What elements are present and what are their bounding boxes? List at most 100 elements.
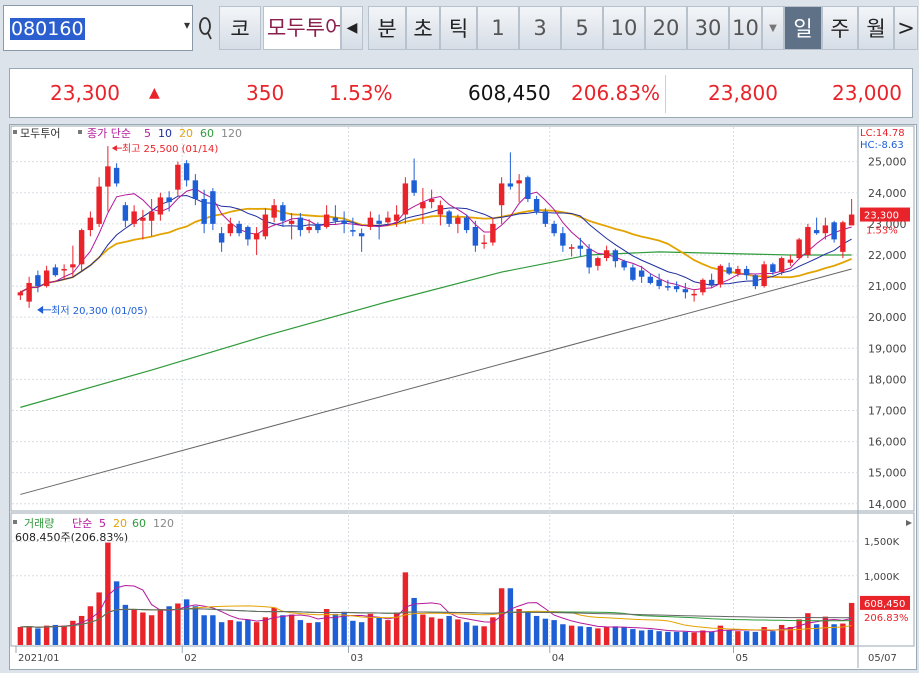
volume-tick-label: 1,500K	[864, 537, 900, 548]
candle-body	[87, 217, 94, 231]
volume-bar	[533, 615, 540, 645]
volume-bar	[218, 622, 225, 645]
candle-body	[201, 198, 207, 224]
quote-bar: 23,300 ▲ 350 1.53% 608,450 206.83% 23,80…	[9, 68, 913, 118]
hc-label: HC:-8.63	[860, 140, 904, 151]
interval-button-0[interactable]: 분	[368, 6, 406, 50]
stock-code-input[interactable]: 080160 ▾	[3, 5, 193, 51]
volume-bar	[350, 620, 356, 645]
candle-body	[542, 211, 549, 224]
next-arrow-icon[interactable]: >	[894, 6, 918, 50]
legend-ma10: 10	[158, 127, 172, 140]
volume-bar	[568, 625, 575, 645]
candle-body	[306, 226, 312, 231]
candle-body	[735, 268, 741, 274]
candle-body	[341, 220, 347, 224]
candle-body	[175, 164, 181, 190]
candle-body	[218, 233, 225, 243]
volume-bar	[17, 627, 24, 645]
candle-body	[595, 258, 601, 266]
volume-bar	[656, 631, 662, 645]
volume-bar	[577, 626, 584, 645]
volume-bar	[192, 606, 199, 645]
volume-bar	[603, 627, 610, 645]
candle-body	[157, 197, 164, 215]
period-button-month[interactable]: 월	[858, 6, 894, 50]
volume-bar	[647, 629, 654, 645]
prev-arrow-icon[interactable]: ◀	[341, 6, 363, 50]
volume-bar	[280, 615, 286, 645]
interval-button-9[interactable]: 10	[729, 6, 762, 50]
search-icon[interactable]	[195, 5, 215, 51]
stock-name-box[interactable]: 모두투어	[263, 6, 341, 50]
candle-body	[70, 264, 76, 268]
candle-body	[376, 220, 382, 224]
candle-body	[761, 264, 767, 287]
ma10-line	[20, 195, 852, 293]
volume-legend-ma-label: 단순	[72, 517, 92, 530]
volume-bar	[315, 622, 321, 645]
candle-body	[691, 293, 697, 296]
candle-body	[122, 205, 129, 221]
volume-bar	[743, 631, 750, 645]
interval-dropdown-icon[interactable]: ▼	[762, 6, 784, 50]
candle-body	[96, 186, 102, 224]
volume-bar	[463, 622, 470, 645]
current-price-tag-text: 23,300	[864, 211, 899, 222]
interval-button-7[interactable]: 20	[645, 6, 687, 50]
volume-bar	[271, 607, 277, 645]
volume-bar	[595, 628, 601, 645]
candle-body	[227, 223, 234, 234]
y-tick-label: 24,000	[868, 187, 907, 200]
volume-bar	[481, 626, 487, 645]
volume-value: 608,450	[468, 81, 551, 105]
high-annotation: 최고 25,500 (01/14)	[122, 143, 218, 155]
candle-body	[350, 230, 356, 232]
volume-bar	[525, 611, 531, 645]
period-button-week[interactable]: 주	[822, 6, 858, 50]
candle-body	[586, 248, 592, 268]
interval-button-8[interactable]: 30	[687, 6, 729, 50]
volume-bar	[52, 624, 59, 645]
high-price: 23,800	[708, 81, 778, 105]
interval-button-6[interactable]: 10	[603, 6, 645, 50]
volume-bar	[752, 631, 759, 645]
interval-button-1[interactable]: 초	[406, 6, 440, 50]
interval-button-5[interactable]: 5	[561, 6, 603, 50]
candle-body	[463, 217, 470, 231]
candle-body	[525, 177, 531, 199]
stock-chart[interactable]: 모두투어 종가 단순 5 10 20 60 120 LC:14.78 HC:-8…	[10, 125, 916, 669]
stock-code-value[interactable]: 080160	[10, 18, 85, 40]
interval-button-3[interactable]: 1	[477, 6, 519, 50]
candle-body	[673, 286, 680, 290]
volume-bar	[43, 625, 50, 645]
interval-button-4[interactable]: 3	[519, 6, 561, 50]
interval-button-2[interactable]: 틱	[440, 6, 477, 50]
candle-body	[481, 242, 487, 245]
legend-ma-label: 종가 단순	[87, 127, 131, 140]
volume-legend-ma60: 60	[132, 517, 146, 530]
volume-bar	[288, 614, 295, 645]
candle-body	[490, 223, 496, 243]
quote-divider	[665, 75, 666, 113]
volume-bar	[358, 622, 365, 645]
candle-body	[262, 214, 269, 237]
chart-area[interactable]: 모두투어 종가 단순 5 10 20 60 120 LC:14.78 HC:-8…	[9, 124, 917, 670]
volume-bar	[297, 620, 304, 645]
y-tick-label: 17,000	[868, 404, 907, 417]
volume-bar	[586, 627, 592, 645]
code-dropdown-icon[interactable]: ▾	[184, 18, 190, 32]
up-arrow-icon: ▲	[149, 85, 160, 101]
candle-body	[708, 279, 715, 285]
volume-bar	[621, 627, 627, 645]
candle-body	[656, 279, 662, 287]
period-button-day[interactable]: 일	[784, 6, 822, 50]
volume-bar	[708, 631, 715, 645]
volume-bar	[455, 619, 461, 645]
y-tick-label: 16,000	[868, 436, 907, 449]
market-button[interactable]: 코	[219, 6, 261, 50]
volume-bar	[61, 625, 67, 645]
price-panel-frame	[10, 125, 915, 512]
candle-body	[717, 265, 724, 285]
candle-body	[166, 197, 172, 203]
